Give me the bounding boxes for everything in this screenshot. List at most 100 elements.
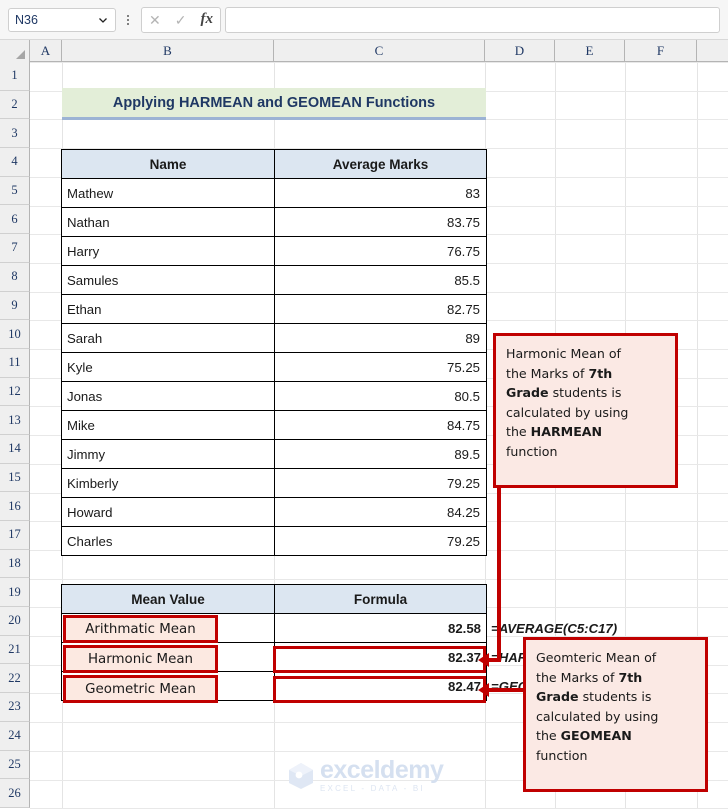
marks-cell-value[interactable]: 89.5	[274, 439, 487, 469]
column-header-c[interactable]: C	[274, 40, 485, 62]
row-header-11[interactable]: 11	[0, 348, 30, 378]
table-row: Harry 76.75	[61, 236, 487, 266]
harmean-connector-arrow-icon	[478, 653, 489, 667]
row-header-10[interactable]: 10	[0, 320, 30, 349]
geomean-callout-line-1: Geomteric Mean of	[536, 650, 657, 665]
chevron-down-icon[interactable]	[97, 14, 109, 26]
harmean-callout-line-2: the Marks of 7th	[506, 365, 613, 381]
marks-cell-name[interactable]: Harry	[61, 236, 275, 266]
row-header-6[interactable]: 6	[0, 205, 30, 235]
excel-worksheet-screenshot: N36 ✕ ✓ fx A B C D E F 1 2 3 4 5 6 7 8 9 10 11 12 13…	[0, 0, 728, 809]
row-header-21[interactable]: 21	[0, 635, 30, 665]
marks-cell-value[interactable]: 84.75	[274, 410, 487, 440]
exceldemy-watermark: exceldemy EXCEL - DATA - BI	[288, 758, 444, 793]
harmean-connector-horizontal	[489, 658, 501, 662]
table-row: Howard 84.25	[61, 497, 487, 527]
marks-cell-name[interactable]: Mathew	[61, 178, 275, 208]
marks-cell-value[interactable]: 79.25	[274, 468, 487, 498]
marks-cell-value[interactable]: 83.75	[274, 207, 487, 237]
column-header-e[interactable]: E	[555, 40, 625, 62]
table-row: Charles 79.25	[61, 526, 487, 556]
marks-cell-name[interactable]: Samules	[61, 265, 275, 295]
marks-cell-value[interactable]: 89	[274, 323, 487, 353]
marks-cell-name[interactable]: Sarah	[61, 323, 275, 353]
marks-cell-value[interactable]: 85.5	[274, 265, 487, 295]
table-row: Sarah 89	[61, 323, 487, 353]
marks-cell-value[interactable]: 83	[274, 178, 487, 208]
row-header-19[interactable]: 19	[0, 578, 30, 608]
formula-input[interactable]	[225, 6, 720, 33]
row-header-15[interactable]: 15	[0, 463, 30, 493]
select-all-triangle-icon	[16, 50, 25, 59]
mean-header-formula: Formula	[274, 584, 487, 614]
row-header-3[interactable]: 3	[0, 119, 30, 149]
table-row: Mathew 83	[61, 178, 487, 208]
name-box[interactable]: N36	[8, 7, 116, 32]
marks-cell-name[interactable]: Nathan	[61, 207, 275, 237]
marks-cell-value[interactable]: 84.25	[274, 497, 487, 527]
marks-cell-value[interactable]: 80.5	[274, 381, 487, 411]
column-header-a[interactable]: A	[30, 40, 62, 62]
marks-cell-name[interactable]: Kyle	[61, 352, 275, 382]
mean-table-header-row: Mean Value Formula	[61, 584, 487, 614]
cancel-icon[interactable]: ✕	[149, 13, 161, 27]
column-header-d[interactable]: D	[485, 40, 555, 62]
harmean-callout-line-1: Harmonic Mean of	[506, 346, 621, 361]
row-header-4[interactable]: 4	[0, 148, 30, 177]
marks-cell-name[interactable]: Ethan	[61, 294, 275, 324]
row-header-14[interactable]: 14	[0, 434, 30, 464]
row-header-25[interactable]: 25	[0, 750, 30, 780]
column-header-f[interactable]: F	[625, 40, 697, 62]
mean-label-geometric: Geometric Mean	[63, 675, 218, 703]
marks-cell-value[interactable]: 75.25	[274, 352, 487, 382]
insert-function-icon[interactable]: fx	[200, 12, 213, 27]
row-header-23[interactable]: 23	[0, 693, 30, 722]
marks-header-average: Average Marks	[274, 149, 487, 179]
marks-table-header-row: Name Average Marks	[61, 149, 487, 179]
mean-cell-value[interactable]: 82.58	[274, 613, 487, 643]
marks-cell-name[interactable]: Jimmy	[61, 439, 275, 469]
marks-cell-name[interactable]: Jonas	[61, 381, 275, 411]
row-header-2[interactable]: 2	[0, 90, 30, 120]
row-header-26[interactable]: 26	[0, 779, 30, 808]
row-header-7[interactable]: 7	[0, 234, 30, 263]
row-header-9[interactable]: 9	[0, 291, 30, 321]
row-header-16[interactable]: 16	[0, 492, 30, 521]
marks-cell-value[interactable]: 79.25	[274, 526, 487, 556]
grid-hline-0	[30, 62, 728, 63]
row-header-17[interactable]: 17	[0, 521, 30, 550]
marks-cell-name[interactable]: Kimberly	[61, 468, 275, 498]
enter-icon[interactable]: ✓	[175, 13, 187, 27]
geomean-callout: Geomteric Mean of the Marks of 7th Grade…	[523, 637, 708, 792]
table-row: Jonas 80.5	[61, 381, 487, 411]
geomean-callout-line-4: calculated by using	[536, 708, 659, 724]
row-header-22[interactable]: 22	[0, 664, 30, 694]
row-header-13[interactable]: 13	[0, 406, 30, 435]
marks-cell-value[interactable]: 82.75	[274, 294, 487, 324]
formula-action-buttons: ✕ ✓ fx	[141, 6, 221, 33]
mean-label-arithmatic: Arithmatic Mean	[63, 615, 218, 643]
row-header-20[interactable]: 20	[0, 607, 30, 636]
marks-cell-name[interactable]: Howard	[61, 497, 275, 527]
geomean-connector-arrow-icon	[478, 683, 489, 697]
row-header-18[interactable]: 18	[0, 549, 30, 579]
exceldemy-logo-icon	[288, 762, 314, 790]
marks-cell-name[interactable]: Mike	[61, 410, 275, 440]
marks-header-name: Name	[61, 149, 275, 179]
mean-header-label: Mean Value	[61, 584, 275, 614]
row-header-12[interactable]: 12	[0, 377, 30, 407]
marks-cell-name[interactable]: Charles	[61, 526, 275, 556]
row-header-8[interactable]: 8	[0, 262, 30, 292]
table-row: Mike 84.75	[61, 410, 487, 440]
marks-cell-value[interactable]: 76.75	[274, 236, 487, 266]
column-header-b[interactable]: B	[62, 40, 274, 62]
row-header-1[interactable]: 1	[0, 62, 30, 91]
geomean-callout-line-2: the Marks of 7th	[536, 669, 643, 685]
more-options-icon[interactable]	[119, 8, 137, 32]
row-header-24[interactable]: 24	[0, 721, 30, 751]
table-row: Kyle 75.25	[61, 352, 487, 382]
row-header-5[interactable]: 5	[0, 176, 30, 206]
geomean-connector-horizontal	[489, 688, 525, 692]
select-all-corner[interactable]	[0, 40, 30, 62]
highlight-geomean-formula	[273, 676, 486, 703]
